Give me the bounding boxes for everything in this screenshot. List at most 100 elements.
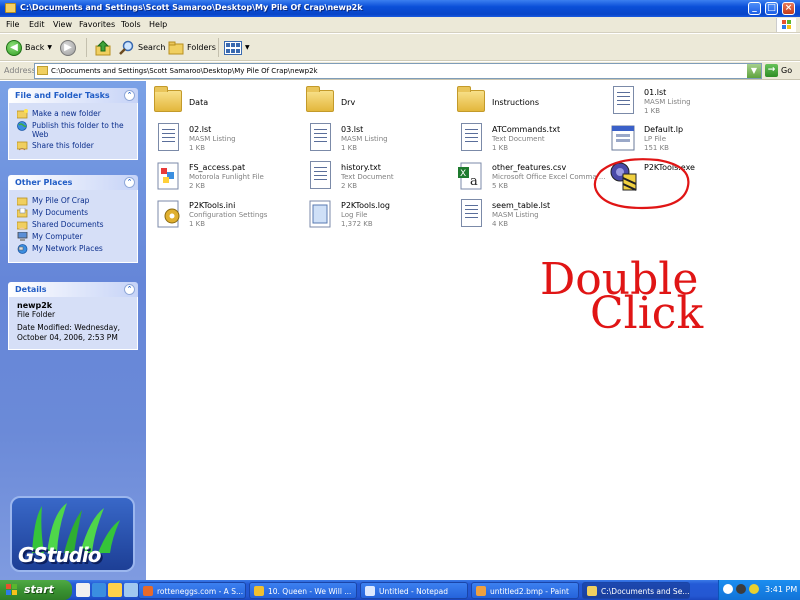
network-tray-icon[interactable]	[723, 584, 733, 594]
file-size: 1 KB	[189, 220, 206, 228]
taskbar-item-winamp[interactable]: 10. Queen - We Will ...	[249, 582, 357, 599]
file-item[interactable]: Xa other_features.csv Microsoft Office Exc…	[455, 160, 606, 198]
show-desktop-icon[interactable]	[76, 583, 90, 597]
task-pane: File and Folder Tasks ⌃ Make a new folde…	[0, 81, 146, 580]
taskbar-item-explorer[interactable]: C:\Documents and Se...	[582, 582, 690, 599]
folder-icon	[152, 85, 184, 117]
folders-button[interactable]: Folders	[168, 37, 216, 58]
file-item[interactable]: Instructions	[455, 85, 605, 123]
file-item[interactable]: P2KTools.ini Configuration Settings 1 KB	[152, 198, 302, 236]
task-label: 10. Queen - We Will ...	[268, 587, 352, 596]
go-button[interactable]: → Go	[765, 64, 792, 77]
taskbar-item-rotteneggs[interactable]: rotteneggs.com - A S...	[138, 582, 246, 599]
file-size: 5 KB	[492, 182, 509, 190]
search-button[interactable]: Search	[119, 37, 165, 58]
documents-folder-icon	[17, 208, 28, 218]
go-arrow-icon: →	[765, 64, 778, 77]
address-input[interactable]: C:\Documents and Settings\Scott Samaroo\…	[34, 63, 762, 79]
close-button[interactable]: ×	[782, 2, 795, 15]
doc-icon	[607, 85, 639, 117]
internet-explorer-icon[interactable]	[92, 583, 106, 597]
views-button[interactable]: ▼	[224, 37, 250, 58]
quicklaunch-icon[interactable]	[124, 583, 138, 597]
back-button[interactable]: ◀ Back ▼	[6, 37, 52, 58]
file-type: MASM Listing	[189, 135, 236, 143]
ini-icon	[152, 198, 184, 230]
menu-view[interactable]: View	[53, 20, 72, 29]
file-name: 02.lst	[189, 125, 212, 134]
title-bar[interactable]: C:\Documents and Settings\Scott Samaroo\…	[0, 0, 800, 17]
doc-icon	[455, 198, 487, 230]
task-label: Publish this folder to the Web	[32, 121, 124, 139]
file-item[interactable]: Drv	[304, 85, 454, 123]
file-item[interactable]: 01.lst MASM Listing 1 KB	[607, 85, 757, 123]
notepad-icon	[365, 586, 375, 596]
place-my-pile-of-crap[interactable]: My Pile Of Crap	[17, 196, 131, 206]
security-tray-icon[interactable]	[749, 584, 759, 594]
file-item[interactable]: P2KTools.log Log File 1,372 KB	[304, 198, 454, 236]
annotation-click: Click	[590, 288, 704, 339]
menu-help[interactable]: Help	[149, 20, 167, 29]
back-arrow-icon: ◀	[6, 39, 22, 56]
task-publish-web[interactable]: Publish this folder to the Web	[17, 121, 131, 139]
task-make-new-folder[interactable]: Make a new folder	[17, 109, 131, 119]
file-name: Default.lp	[644, 125, 684, 134]
folder-icon	[304, 85, 336, 117]
menu-edit[interactable]: Edit	[29, 20, 45, 29]
menu-favorites[interactable]: Favorites	[79, 20, 115, 29]
menu-file[interactable]: File	[6, 20, 19, 29]
file-item[interactable]: ATCommands.txt Text Document 1 KB	[455, 122, 605, 160]
place-shared-documents[interactable]: Shared Documents	[17, 220, 131, 230]
taskbar-item-paint[interactable]: untitled2.bmp - Paint	[471, 582, 579, 599]
start-button[interactable]: start	[0, 580, 72, 600]
file-item[interactable]: Data	[152, 85, 302, 123]
address-bar: Address C:\Documents and Settings\Scott …	[0, 62, 800, 80]
collapse-icon[interactable]: ⌃	[124, 177, 135, 188]
file-item[interactable]: 02.lst MASM Listing 1 KB	[152, 122, 302, 160]
task-label: Untitled - Notepad	[379, 587, 449, 596]
place-label: My Computer	[32, 232, 83, 241]
funlight-icon	[152, 160, 184, 192]
panel-header[interactable]: File and Folder Tasks ⌃	[8, 88, 138, 103]
taskbar-item-notepad[interactable]: Untitled - Notepad	[360, 582, 468, 599]
volume-tray-icon[interactable]	[736, 584, 746, 594]
place-label: My Pile Of Crap	[32, 196, 90, 205]
file-item[interactable]: FS_access.pat Motorola Funlight File 2 KB	[152, 160, 302, 198]
file-item[interactable]: 03.lst MASM Listing 1 KB	[304, 122, 454, 160]
place-label: My Network Places	[32, 244, 103, 253]
address-dropdown-button[interactable]: ▼	[747, 64, 761, 78]
collapse-icon[interactable]: ⌃	[124, 90, 135, 101]
paint-icon	[476, 586, 486, 596]
file-name: P2KTools.log	[341, 201, 390, 210]
file-type: MASM Listing	[492, 211, 539, 219]
panel-header[interactable]: Other Places ⌃	[8, 175, 138, 190]
place-my-network-places[interactable]: My Network Places	[17, 244, 131, 254]
messenger-icon[interactable]	[108, 583, 122, 597]
file-type: MASM Listing	[644, 98, 691, 106]
file-size: 151 KB	[644, 144, 669, 152]
up-folder-button[interactable]	[95, 37, 111, 58]
file-type: Configuration Settings	[189, 211, 268, 219]
file-name: Data	[189, 98, 209, 107]
maximize-button[interactable]: □	[765, 2, 778, 15]
file-name: Drv	[341, 98, 356, 107]
forward-button[interactable]: ▶	[60, 37, 76, 58]
file-item[interactable]: history.txt Text Document 2 KB	[304, 160, 454, 198]
place-label: Shared Documents	[32, 220, 104, 229]
collapse-icon[interactable]: ⌃	[124, 284, 135, 295]
file-type: Text Document	[341, 173, 394, 181]
place-my-computer[interactable]: My Computer	[17, 232, 131, 242]
file-item[interactable]: seem_table.lst MASM Listing 4 KB	[455, 198, 605, 236]
place-my-documents[interactable]: My Documents	[17, 208, 131, 218]
gstudio-logo: GStudio	[10, 496, 135, 572]
place-label: My Documents	[32, 208, 89, 217]
chevron-down-icon[interactable]: ▼	[47, 44, 52, 51]
file-type: Motorola Funlight File	[189, 173, 264, 181]
folder-icon	[587, 586, 597, 596]
menu-tools[interactable]: Tools	[121, 20, 141, 29]
details-panel: Details ⌃ newp2k File Folder Date Modifi…	[8, 282, 138, 350]
task-share-folder[interactable]: Share this folder	[17, 141, 131, 151]
red-circle-annotation	[593, 158, 690, 210]
panel-header[interactable]: Details ⌃	[8, 282, 138, 297]
minimize-button[interactable]: _	[748, 2, 761, 15]
